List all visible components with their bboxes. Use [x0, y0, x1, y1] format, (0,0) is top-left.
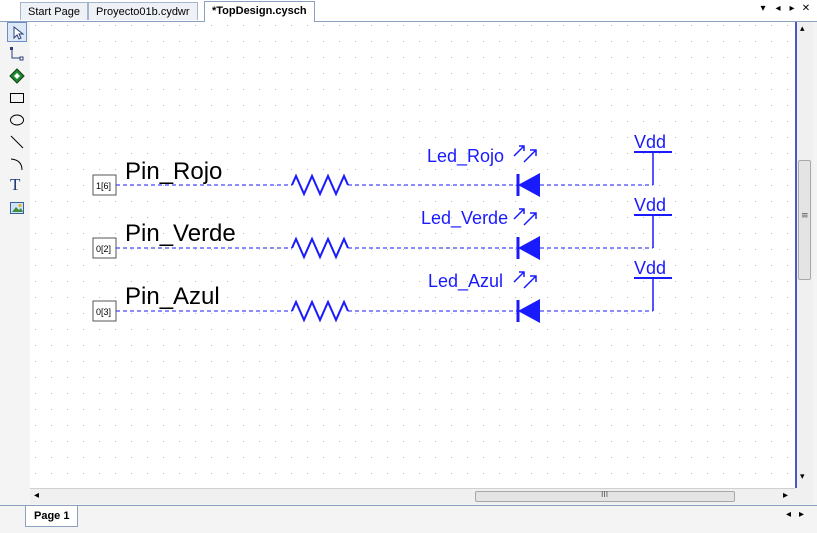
- scrollbar-corner: [795, 488, 813, 504]
- pin-label: Pin_Verde: [125, 220, 236, 247]
- wire-tool[interactable]: [7, 44, 27, 64]
- image-tool[interactable]: [7, 198, 27, 218]
- text-icon: T: [10, 175, 21, 194]
- schematic-toolbox: T: [5, 22, 29, 502]
- page-tab-bar: Page 1 ◂ ▸: [0, 505, 817, 533]
- dot-grid: [30, 22, 795, 488]
- pin-label: Pin_Azul: [125, 283, 220, 310]
- rectangle-tool[interactable]: [7, 88, 27, 108]
- scroll-right-icon[interactable]: ▸: [783, 490, 788, 501]
- wire-icon: [10, 47, 24, 61]
- pointer-icon: [13, 25, 25, 40]
- tab-scroll-right-icon[interactable]: ▸: [786, 3, 798, 14]
- text-tool[interactable]: T: [7, 175, 27, 196]
- scroll-down-icon[interactable]: ▾: [800, 472, 805, 482]
- arc-tool[interactable]: [7, 154, 27, 174]
- page-tab-1[interactable]: Page 1: [25, 506, 79, 527]
- tab-start-page[interactable]: Start Page: [20, 2, 88, 20]
- tab-list-dropdown-icon[interactable]: ▾: [757, 3, 769, 14]
- vdd-label: Vdd: [634, 258, 666, 278]
- line-tool[interactable]: [7, 132, 27, 152]
- component-tool[interactable]: [7, 66, 27, 86]
- ellipse-tool[interactable]: [7, 110, 27, 130]
- page-nav-right-icon[interactable]: ▸: [799, 509, 804, 520]
- image-icon: [10, 202, 24, 214]
- led-label: Led_Rojo: [427, 146, 504, 167]
- tab-scroll-left-icon[interactable]: ◂: [772, 3, 784, 14]
- page-nav-left-icon[interactable]: ◂: [786, 509, 791, 520]
- rectangle-icon: [10, 93, 24, 103]
- pointer-tool[interactable]: [7, 22, 27, 42]
- vdd-label: Vdd: [634, 132, 666, 152]
- pin-label: Pin_Rojo: [125, 158, 222, 185]
- led-label: Led_Verde: [421, 208, 508, 229]
- document-tab-bar: Start Page Proyecto01b.cydwr *TopDesign.…: [0, 0, 817, 22]
- close-tab-icon[interactable]: ✕: [800, 3, 812, 14]
- vertical-scroll-thumb[interactable]: ≡: [798, 160, 811, 280]
- led-label: Led_Azul: [428, 271, 503, 292]
- tab-proyecto01b-cydwr[interactable]: Proyecto01b.cydwr: [88, 2, 198, 20]
- scroll-left-icon[interactable]: ◂: [34, 490, 39, 501]
- pin-value: 0[3]: [96, 307, 111, 317]
- component-icon: [9, 68, 25, 84]
- horizontal-scroll-thumb[interactable]: III: [475, 490, 735, 502]
- schematic-canvas[interactable]: Pin_Rojo 1[6] Led_Rojo Vdd Pin_Verde 0[2…: [30, 22, 795, 488]
- vertical-thumb-grip: ≡: [801, 211, 809, 221]
- vertical-scrollbar[interactable]: ▴ ≡ ▾: [795, 22, 813, 488]
- line-icon: [10, 135, 24, 149]
- ellipse-icon: [10, 114, 24, 126]
- horizontal-thumb-grip: III: [601, 490, 609, 499]
- schematic-drawing: Pin_Rojo 1[6] Led_Rojo Vdd Pin_Verde 0[2…: [30, 22, 795, 488]
- tab-topdesign-cysch[interactable]: *TopDesign.cysch: [204, 1, 315, 22]
- scroll-up-icon[interactable]: ▴: [800, 24, 805, 34]
- horizontal-scrollbar[interactable]: ◂ III ▸: [30, 488, 795, 504]
- vdd-label: Vdd: [634, 195, 666, 215]
- pin-value: 1[6]: [96, 181, 111, 191]
- arc-icon: [10, 158, 23, 171]
- pin-value: 0[2]: [96, 244, 111, 254]
